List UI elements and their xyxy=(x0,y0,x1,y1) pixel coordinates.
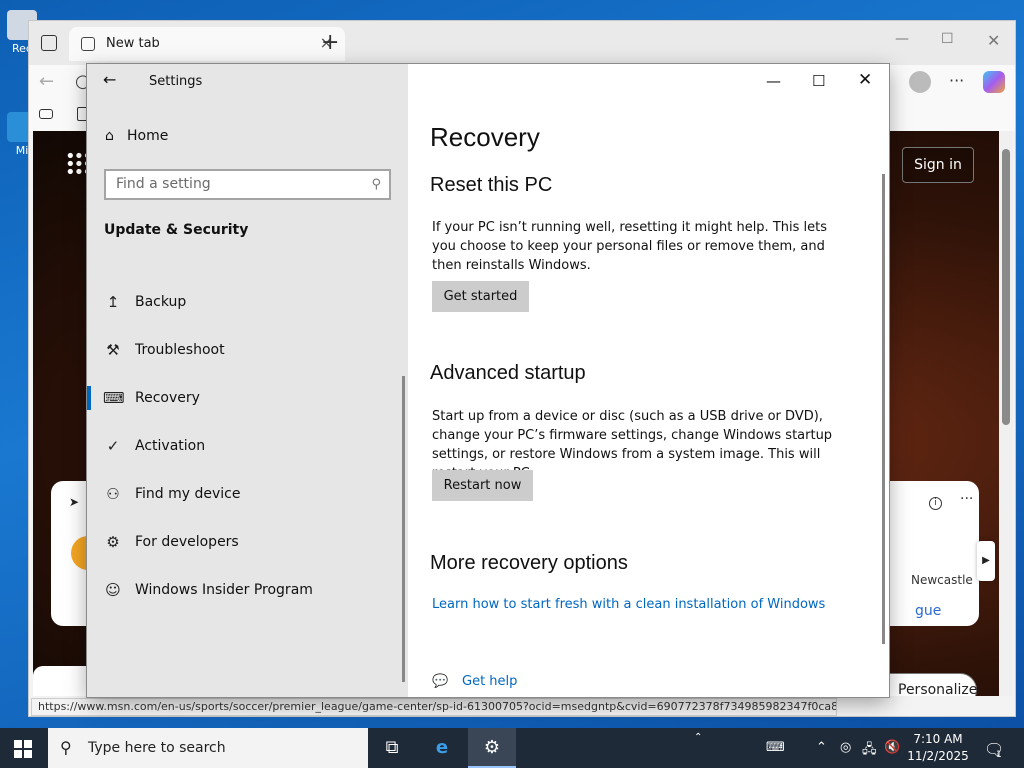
apps-grid-icon[interactable]: ••• ••• ••• xyxy=(65,148,93,182)
recovery-icon: ⌨ xyxy=(103,389,125,407)
back-icon[interactable]: ← xyxy=(39,71,54,92)
nav-item-activation[interactable]: ✓ Activation xyxy=(87,426,408,466)
nav-item-label: Windows Insider Program xyxy=(135,582,313,598)
nav-item-label: Troubleshoot xyxy=(135,342,225,358)
maximize-icon[interactable]: ☐ xyxy=(941,31,954,47)
more-options-icon[interactable]: ··· xyxy=(960,491,973,507)
copilot-icon[interactable] xyxy=(983,71,1005,93)
close-icon[interactable]: ✕ xyxy=(858,70,872,90)
page-scrollbar[interactable] xyxy=(999,131,1013,696)
back-arrow-icon[interactable]: ← xyxy=(103,70,116,89)
developer-icon: ⚙ xyxy=(106,533,120,551)
section-title: Update & Security xyxy=(104,222,249,238)
find-setting-input[interactable]: Find a setting ⚲ xyxy=(104,169,391,200)
window-title: Settings xyxy=(149,74,203,89)
new-tab-page-icon xyxy=(81,37,95,51)
settings-window: ← Settings ⌂ Home Find a setting ⚲ Update… xyxy=(87,64,889,697)
nav-item-recovery[interactable]: ⌨ Recovery xyxy=(87,378,408,418)
minimize-icon[interactable]: — xyxy=(766,72,781,90)
profile-avatar-icon[interactable] xyxy=(909,71,931,93)
notification-count: 1 xyxy=(996,750,1002,760)
nav-item-find-my-device[interactable]: ⚇ Find my device xyxy=(87,474,408,514)
start-button[interactable] xyxy=(14,740,32,758)
get-help-label: Get help xyxy=(462,674,518,689)
clean-install-link[interactable]: Learn how to start fresh with a clean in… xyxy=(432,597,825,612)
info-icon[interactable]: i xyxy=(929,497,942,510)
network-icon[interactable]: 🖧 xyxy=(862,740,877,762)
nav-item-label: For developers xyxy=(135,534,239,550)
search-placeholder: Find a setting xyxy=(116,176,211,192)
favorites-item-icon[interactable] xyxy=(39,109,53,119)
keyboard-icon[interactable]: ⌨ xyxy=(766,740,785,755)
help-chat-icon: 💬 xyxy=(432,674,449,689)
tab-actions-icon[interactable] xyxy=(41,35,57,51)
more-menu-icon[interactable]: ··· xyxy=(949,71,964,90)
settings-content: — ☐ ✕ Recovery Reset this PC If your PC … xyxy=(408,64,889,697)
show-hidden-icons-icon[interactable]: ⌃ xyxy=(816,740,827,755)
restart-now-button[interactable]: Restart now xyxy=(432,470,533,501)
page-title: Recovery xyxy=(430,122,540,152)
desktop-icon-label: Mi xyxy=(15,144,29,157)
taskbar-search[interactable]: ⚲ Type here to search xyxy=(48,728,368,768)
tab-strip: New tab × + — ☐ ✕ xyxy=(29,21,1015,65)
settings-nav-pane: ← Settings ⌂ Home Find a setting ⚲ Update… xyxy=(87,64,408,697)
backup-icon: ↥ xyxy=(106,293,120,311)
nav-item-label: Recovery xyxy=(135,390,200,406)
carousel-next-icon[interactable]: ▶ xyxy=(977,541,995,581)
nav-item-for-developers[interactable]: ⚙ For developers xyxy=(87,522,408,562)
home-label: Home xyxy=(127,128,169,144)
advanced-heading: Advanced startup xyxy=(430,362,586,384)
league-link[interactable]: gue xyxy=(915,603,941,619)
nav-item-label: Activation xyxy=(135,438,206,454)
clock[interactable]: 7:10 AM 11/2/2025 xyxy=(904,731,972,765)
maximize-icon[interactable]: ☐ xyxy=(812,72,825,90)
more-options-heading: More recovery options xyxy=(430,552,628,574)
clock-time: 7:10 AM xyxy=(913,732,963,746)
scrollbar-thumb[interactable] xyxy=(1002,149,1010,425)
nav-home[interactable]: ⌂ Home xyxy=(105,128,168,144)
check-circle-icon: ✓ xyxy=(106,437,120,455)
volume-muted-icon[interactable]: 🔇 xyxy=(884,740,900,755)
close-icon[interactable]: ✕ xyxy=(987,31,1000,50)
search-icon: ⚲ xyxy=(60,738,72,757)
status-url: https://www.msn.com/en-us/sports/soccer/… xyxy=(31,698,837,716)
reset-heading: Reset this PC xyxy=(430,174,553,196)
clock-date: 11/2/2025 xyxy=(907,749,969,763)
nav-item-label: Find my device xyxy=(135,486,241,502)
taskbar-search-placeholder: Type here to search xyxy=(88,740,226,756)
meet-now-icon[interactable]: ◎ xyxy=(840,740,851,755)
wrench-icon: ⚒ xyxy=(106,341,120,359)
settings-app-icon[interactable]: ⚙ xyxy=(468,728,516,768)
nav-item-troubleshoot[interactable]: ⚒ Troubleshoot xyxy=(87,330,408,370)
content-scrollbar[interactable] xyxy=(882,174,885,644)
reset-description: If your PC isn’t running well, resetting… xyxy=(432,220,827,273)
taskbar: ⚲ Type here to search ⧉ e ⚙ ⌃ ⌨ ⌃ ◎ 🖧 🔇 … xyxy=(0,728,1024,768)
new-tab-icon[interactable]: + xyxy=(321,30,339,55)
sign-in-button[interactable]: Sign in xyxy=(902,147,974,183)
person-locate-icon: ⚇ xyxy=(106,485,120,503)
internet-explorer-icon[interactable]: e xyxy=(418,728,466,768)
tab-title: New tab xyxy=(106,36,160,51)
location-icon: ➤ xyxy=(69,495,80,509)
minimize-icon[interactable]: — xyxy=(895,31,909,47)
get-started-button[interactable]: Get started xyxy=(432,281,529,312)
nav-scrollbar[interactable] xyxy=(402,376,405,682)
team-name[interactable]: Newcastle xyxy=(911,573,973,587)
nav-item-label: Backup xyxy=(135,294,187,310)
search-icon[interactable]: ⚲ xyxy=(371,171,381,198)
browser-tab[interactable]: New tab × xyxy=(69,27,345,61)
nav-item-windows-insider[interactable]: ☺ Windows Insider Program xyxy=(87,570,408,610)
nav-item-backup[interactable]: ↥ Backup xyxy=(87,282,408,322)
home-icon: ⌂ xyxy=(105,128,114,144)
get-help-link[interactable]: 💬 Get help xyxy=(432,674,517,689)
insider-cat-icon: ☺ xyxy=(105,581,121,599)
scroll-up-icon[interactable]: ⌃ xyxy=(694,732,702,743)
task-view-icon[interactable]: ⧉ xyxy=(368,728,416,768)
